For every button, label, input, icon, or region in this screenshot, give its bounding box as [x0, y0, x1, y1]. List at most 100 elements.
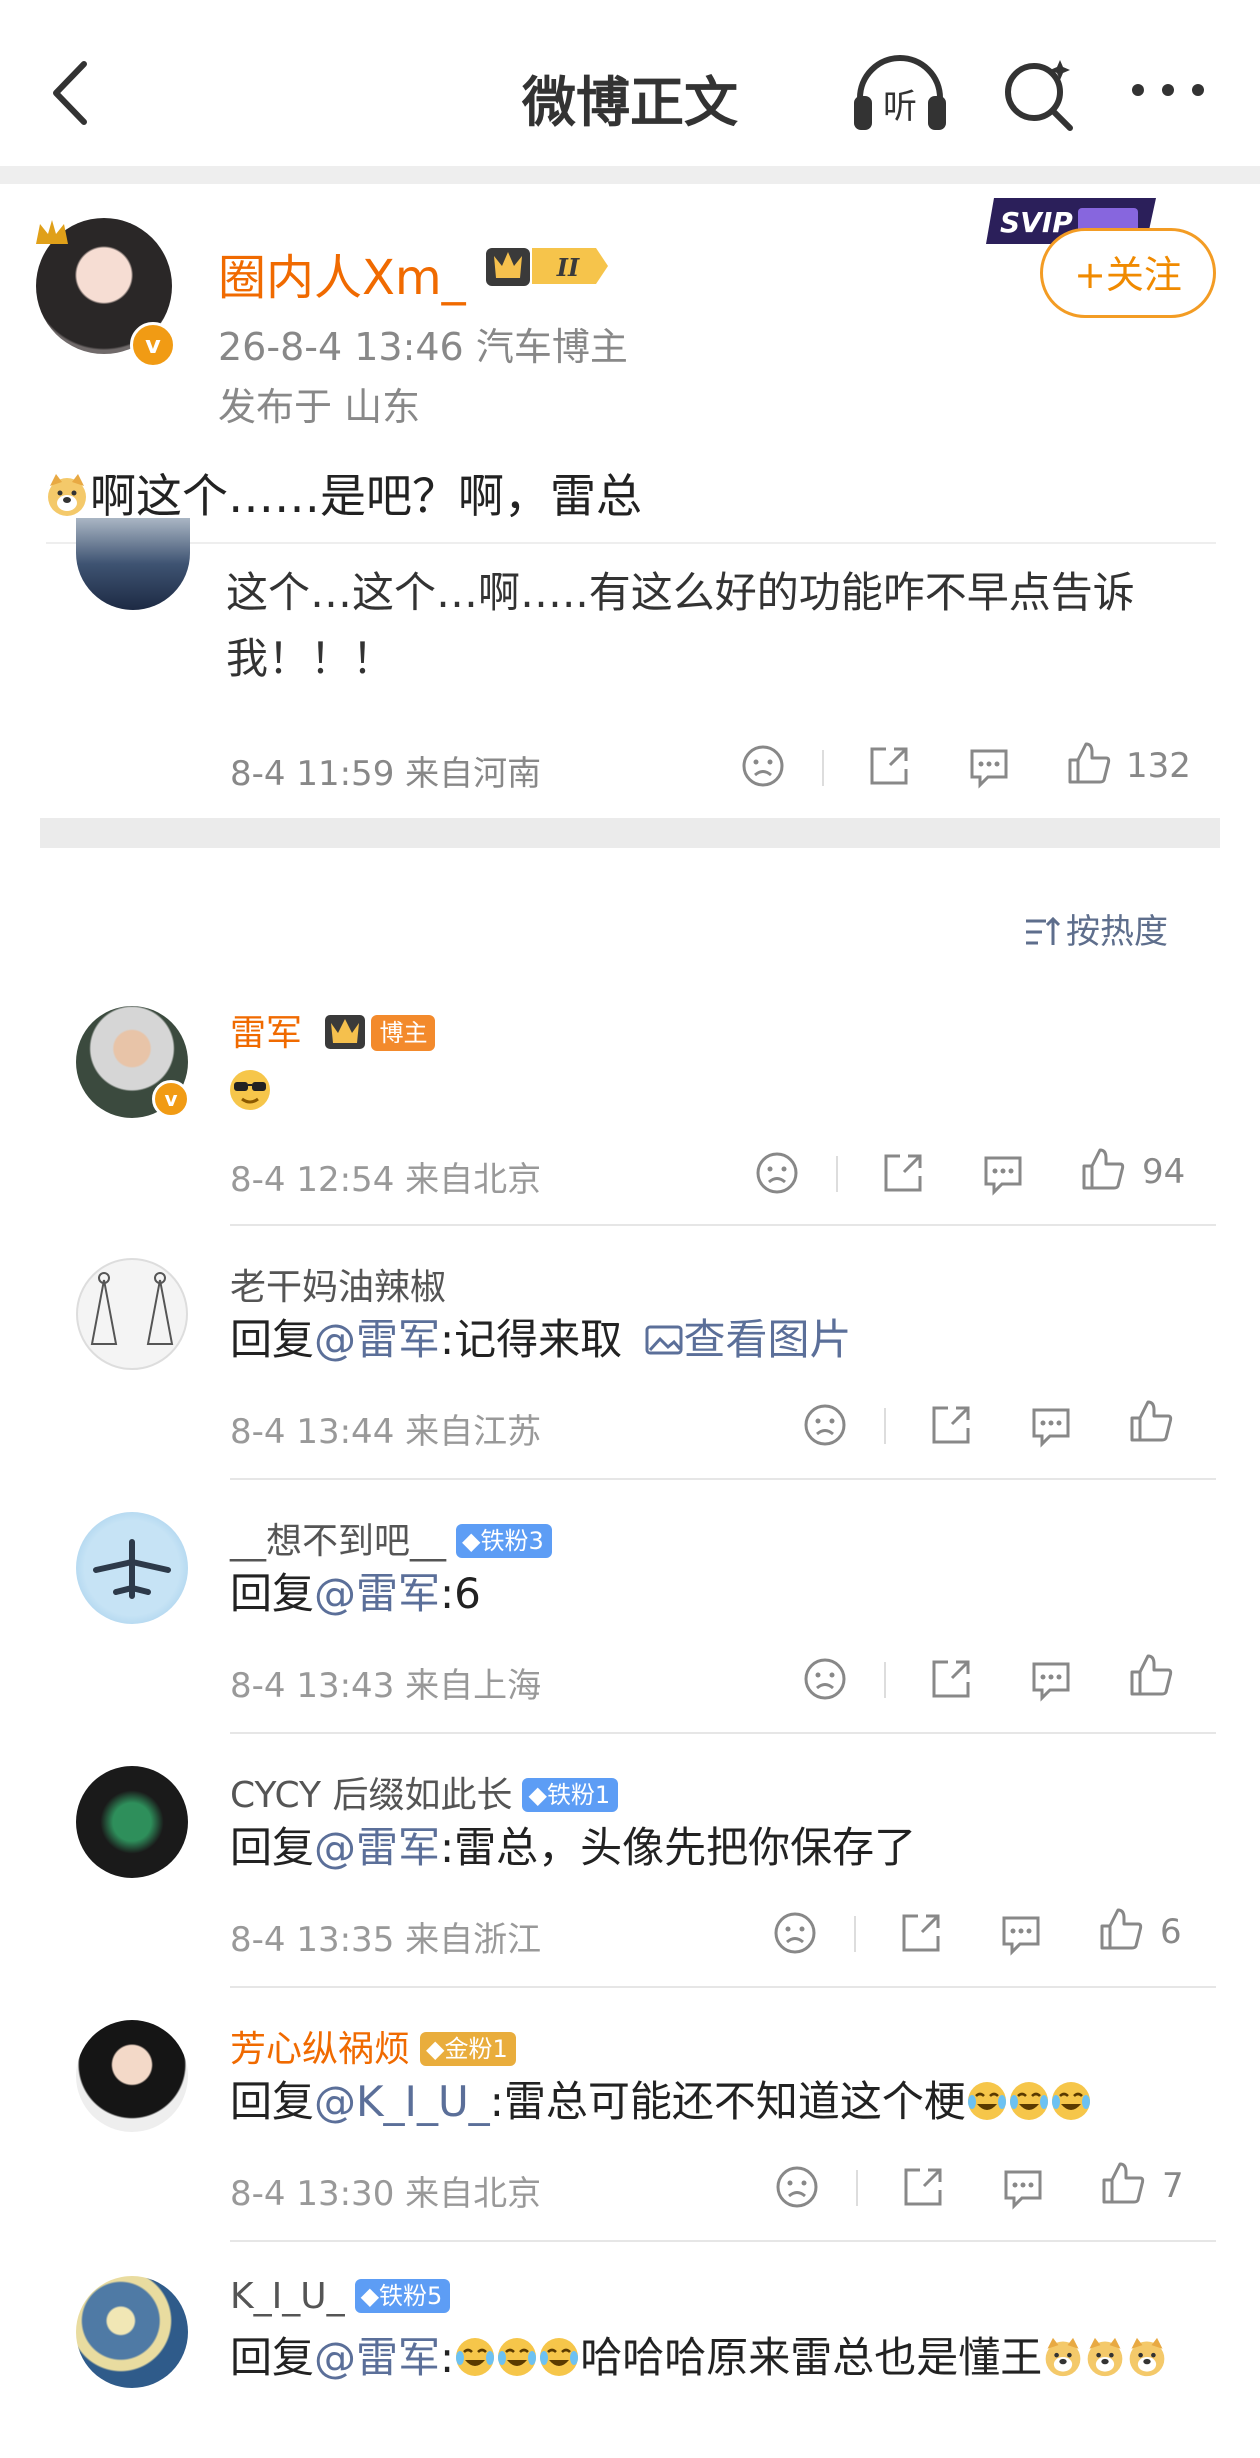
comment-body: :6 — [440, 1569, 481, 1618]
dislike-face-icon[interactable] — [740, 743, 786, 789]
post-text-content: 啊这个……是吧？啊，雷总 — [90, 469, 642, 523]
share-icon[interactable] — [928, 1402, 974, 1448]
quoted-comment-text: 这个…这个…啊…..有这么好的功能咋不早点告诉我！！！ — [226, 568, 1135, 683]
reply-prefix: 回复 — [230, 1315, 315, 1364]
member-level-badge-icon: II — [486, 248, 608, 286]
comment-icon[interactable] — [998, 1910, 1044, 1956]
sort-by-hot-button[interactable]: 按热度 — [1024, 904, 1168, 953]
share-icon[interactable] — [880, 1150, 926, 1196]
comment-time-location: 8-4 13:30 来自北京 — [230, 2174, 542, 2214]
share-icon[interactable] — [928, 1656, 974, 1702]
view-image-label[interactable]: 查看图片 — [684, 1315, 852, 1364]
comment-author-name[interactable]: 芳心纵祸烦 — [230, 2029, 410, 2070]
comment-text: 回复@雷军:记得来取 查看图片 — [230, 1312, 852, 1368]
comment-text: 回复@雷军:6 — [230, 1566, 481, 1622]
fan-badge: ◆铁粉5 — [354, 2279, 451, 2313]
comment-author[interactable]: CYCY 后缀如此长 ◆铁粉1 — [230, 1766, 619, 1818]
poster-name[interactable]: 圈内人Xm_ — [218, 238, 466, 308]
dislike-face-icon[interactable] — [754, 1150, 800, 1196]
comment-author-name[interactable]: CYCY 后缀如此长 — [230, 1775, 512, 1816]
comment-time-location: 8-4 13:35 来自浙江 — [230, 1920, 542, 1960]
reply-prefix: 回复 — [230, 2077, 315, 2126]
fan-badge: ◆铁粉3 — [456, 1524, 552, 1558]
verified-v-icon: v — [130, 322, 176, 368]
dislike-face-icon[interactable] — [802, 1402, 848, 1448]
laugh-cry-emoji-icon — [967, 2082, 1006, 2120]
comment-icon[interactable] — [1028, 1656, 1074, 1702]
comment-author[interactable]: __想不到吧__ ◆铁粉3 — [230, 1512, 552, 1564]
post-text: 啊这个……是吧？啊，雷总 — [44, 460, 642, 526]
comment-icon[interactable] — [966, 743, 1012, 789]
reply-prefix: 回复 — [230, 1823, 315, 1872]
crown-level-icon — [325, 1015, 366, 1049]
sunglasses-emoji-icon — [230, 1070, 270, 1110]
listen-headphones-icon[interactable]: 听 — [850, 54, 950, 134]
verified-v-icon: v — [152, 1080, 190, 1118]
like-thumb-icon[interactable] — [1128, 1652, 1174, 1698]
like-thumb-icon[interactable] — [1128, 1398, 1174, 1444]
like-thumb-icon[interactable] — [1066, 740, 1112, 786]
share-icon[interactable] — [866, 743, 912, 789]
dislike-face-icon[interactable] — [772, 1910, 818, 1956]
mention-link[interactable]: @雷军 — [314, 1569, 440, 1618]
quoted-avatar[interactable] — [76, 518, 190, 610]
comment-divider — [230, 1986, 1216, 1988]
more-options-icon[interactable] — [1128, 70, 1208, 110]
comment-text: 回复@K_I_U_:雷总可能还不知道这个梗 — [230, 2074, 1092, 2130]
comment-author-name[interactable]: K_I_U_ — [230, 2276, 345, 2317]
comment-avatar[interactable] — [76, 1512, 188, 1624]
comment-like-count: 6 — [1160, 1912, 1182, 1952]
post-date: 26-8-4 13:46 — [218, 325, 464, 369]
mention-link[interactable]: @K_I_U_ — [314, 2077, 490, 2126]
comment-text: 回复@雷军:雷总，头像先把你保存了 — [230, 1820, 916, 1876]
share-icon[interactable] — [900, 2164, 946, 2210]
action-separator — [884, 1408, 886, 1444]
laugh-cry-emoji-icon — [1051, 2082, 1090, 2120]
dislike-face-icon[interactable] — [802, 1656, 848, 1702]
airplane-icon — [93, 1539, 171, 1599]
comment-author[interactable]: K_I_U_ ◆铁粉5 — [230, 2276, 451, 2317]
member-level-label: II — [556, 253, 580, 282]
laugh-cry-emoji-icon — [456, 2338, 495, 2376]
mention-link[interactable]: @雷军 — [314, 2333, 440, 2382]
action-separator — [856, 2170, 858, 2206]
mention-link[interactable]: @雷军 — [314, 1823, 440, 1872]
comment-body-continued: 哈哈哈原来雷总也是懂王 — [580, 2333, 1043, 2382]
comment-icon[interactable] — [1000, 2164, 1046, 2210]
comment-author[interactable]: 雷军 博主 — [230, 1004, 436, 1056]
like-thumb-icon[interactable] — [1080, 1146, 1126, 1192]
mention-link[interactable]: @雷军 — [314, 1315, 440, 1364]
dislike-face-icon[interactable] — [774, 2164, 820, 2210]
doge-emoji-icon — [1045, 2337, 1081, 2377]
like-thumb-icon[interactable] — [1100, 2160, 1146, 2206]
image-icon — [645, 1325, 683, 1355]
comment-author-name[interactable]: 雷军 — [230, 1013, 302, 1054]
comment-author[interactable]: 芳心纵祸烦 ◆金粉1 — [230, 2020, 516, 2072]
action-separator — [884, 1662, 886, 1698]
sort-label: 按热度 — [1066, 912, 1168, 952]
sort-icon — [1026, 916, 1060, 945]
like-thumb-icon[interactable] — [1098, 1906, 1144, 1952]
comment-icon[interactable] — [980, 1150, 1026, 1196]
view-image-link[interactable]: 查看图片 — [636, 1315, 852, 1364]
action-separator — [836, 1156, 838, 1192]
search-icon[interactable] — [1000, 56, 1076, 132]
comment-author-name[interactable]: __想不到吧__ — [230, 1521, 446, 1562]
comment-text: 回复@雷军: 哈哈哈原来雷总也是懂王 — [230, 2330, 1190, 2386]
comment-author-name[interactable]: 老干妈油辣椒 — [230, 1258, 446, 1310]
comment-time-location: 8-4 13:43 来自上海 — [230, 1666, 542, 1706]
comment-icon[interactable] — [1028, 1402, 1074, 1448]
nav-divider — [0, 166, 1260, 184]
comment-avatar[interactable] — [76, 2276, 188, 2388]
action-separator — [854, 1916, 856, 1952]
comment-avatar[interactable] — [76, 1258, 188, 1370]
comment-body: :记得来取 — [440, 1315, 623, 1364]
comment-divider — [230, 1224, 1216, 1226]
post-meta: 26-8-4 13:46 汽车博主 — [218, 316, 628, 371]
comment-avatar[interactable] — [76, 1766, 188, 1878]
laugh-cry-emoji-icon — [498, 2338, 537, 2376]
share-icon[interactable] — [898, 1910, 944, 1956]
follow-button[interactable]: +关注 — [1040, 228, 1216, 318]
laugh-cry-emoji-icon — [1009, 2082, 1048, 2120]
comment-avatar[interactable] — [76, 2020, 188, 2132]
